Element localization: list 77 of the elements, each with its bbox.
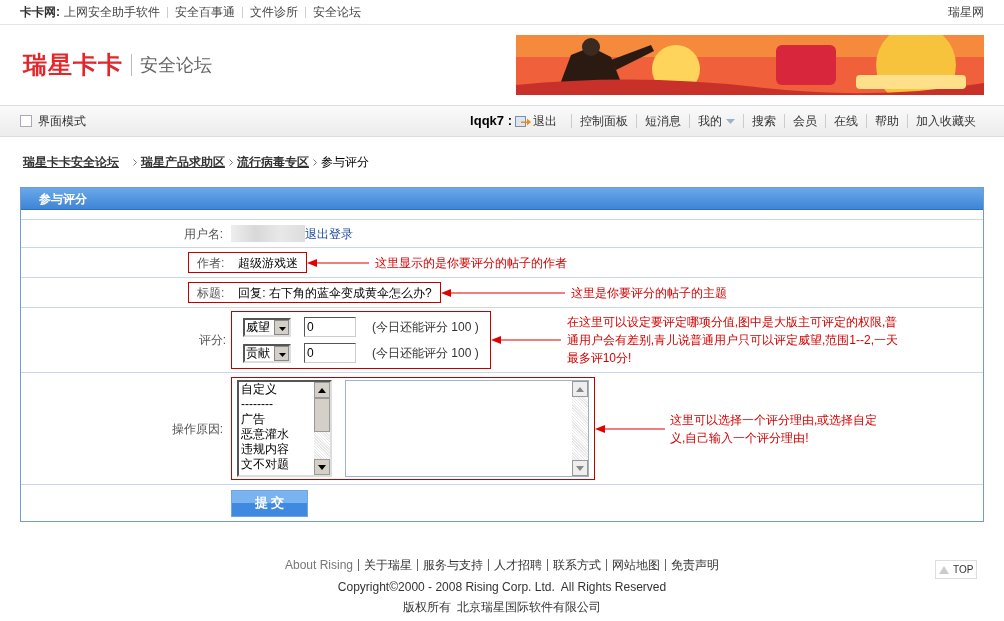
field-label: 作者: — [197, 254, 225, 272]
dropdown-icon[interactable] — [274, 319, 289, 335]
score-type-select[interactable]: 贡献 — [243, 343, 291, 363]
panel-title: 参与评分 — [39, 190, 87, 208]
logo[interactable]: 瑞星卡卡 — [23, 47, 123, 83]
reason-option[interactable]: 文不对题 — [241, 457, 314, 472]
submit-button[interactable]: 提 交 — [231, 489, 308, 517]
footer-link[interactable]: 联系方式 — [553, 556, 601, 574]
field-label: 用户名: — [182, 225, 224, 243]
breadcrumb-link[interactable]: 瑞星产品求助区 — [141, 153, 225, 171]
dropdown-icon[interactable] — [274, 345, 289, 361]
mode-label[interactable]: 界面模式 — [38, 112, 86, 130]
field-label: 标题: — [197, 284, 225, 302]
scrollbar[interactable] — [314, 382, 330, 475]
annotation-arrow — [307, 258, 370, 267]
chevron-icon — [133, 158, 137, 166]
logout-link[interactable]: 退出登录 — [305, 224, 353, 243]
footer-link[interactable]: 免责声明 — [671, 556, 719, 574]
company-text: 版权所有 北京瑞星国际软件有限公司 — [402, 599, 602, 616]
annotation-arrow — [490, 336, 561, 344]
field-label: 评分: — [197, 332, 227, 349]
nav-link[interactable]: 帮助 — [867, 112, 907, 130]
field-label: 操作原因: — [170, 420, 224, 438]
reason-textarea[interactable] — [345, 380, 589, 477]
logo-subtitle: 安全论坛 — [140, 53, 212, 77]
annotation-arrow — [595, 424, 665, 433]
reason-option[interactable]: 广告 — [241, 412, 314, 427]
reason-option[interactable]: 恶意灌水 — [241, 427, 314, 442]
caret-icon[interactable] — [726, 118, 735, 124]
score-input[interactable]: 0 — [304, 343, 356, 363]
logout-link[interactable]: 退出 — [533, 112, 557, 130]
scroll-up-icon[interactable] — [314, 382, 330, 398]
annotation-text: 这里显示的是你要评分的帖子的作者 — [375, 254, 568, 272]
score-limit-note: (今日还能评分 100 ) — [372, 345, 479, 362]
top-link[interactable]: 安全论坛 — [313, 3, 361, 21]
back-to-top-button[interactable]: TOP — [935, 560, 978, 579]
nav-link[interactable]: 在线 — [826, 112, 866, 130]
scroll-thumb[interactable] — [314, 398, 330, 432]
footer-link[interactable]: About Rising — [284, 556, 353, 574]
breadcrumb-link[interactable]: 流行病毒专区 — [237, 153, 309, 171]
nav-link[interactable]: 加入收藏夹 — [908, 112, 984, 130]
top-link[interactable]: 安全百事通 — [175, 3, 235, 21]
copyright-text: Copyright©2000 - 2008 Rising Corp. Ltd. All Rights Reserved — [337, 579, 667, 596]
mode-checkbox[interactable] — [20, 115, 32, 127]
footer-link[interactable]: 关于瑞星 — [364, 556, 412, 574]
nav-link[interactable]: 搜索 — [744, 112, 784, 130]
username[interactable]: lqqk7 : — [470, 111, 512, 131]
top-link[interactable]: 上网安全助手软件 — [64, 3, 160, 21]
up-arrow-icon[interactable] — [939, 565, 949, 574]
reason-listbox[interactable]: 自定义 -------- 广告 恶意灌水 违规内容 文不对题 — [237, 380, 332, 477]
chevron-icon — [313, 158, 317, 166]
site-label: 卡卡网: — [20, 4, 60, 21]
chevron-icon — [229, 158, 233, 166]
annotation-text: 这里可以选择一个评分理由,或选择自定义,自己输入一个评分理由! — [670, 411, 879, 447]
score-input[interactable]: 0 — [304, 317, 356, 337]
top-link[interactable]: 瑞星网 — [948, 3, 984, 21]
footer-link[interactable]: 服务与支持 — [423, 556, 483, 574]
top-link[interactable]: 文件诊所 — [250, 3, 298, 21]
field-value: 超级游戏迷 — [238, 254, 299, 272]
reason-option[interactable]: -------- — [241, 397, 314, 412]
field-value: 回复: 右下角的蓝伞变成黄伞怎么办? — [238, 284, 432, 302]
score-type-select[interactable]: 威望 — [243, 317, 291, 337]
breadcrumb-current: 参与评分 — [321, 154, 369, 171]
footer-link[interactable]: 网站地图 — [612, 556, 660, 574]
reason-option[interactable]: 违规内容 — [241, 442, 314, 457]
nav-dropdown[interactable]: 我的 — [690, 112, 743, 130]
logout-icon[interactable] — [515, 114, 531, 128]
reason-option[interactable]: 自定义 — [241, 382, 314, 397]
scroll-down-icon[interactable] — [314, 459, 330, 475]
annotation-text: 在这里可以设定要评定哪项分值,图中是大版主可评定的权限,普通用户会有差别,青儿说普通用户只可以评定威望,范围1--2,一天最多评10分! — [566, 314, 900, 367]
breadcrumb-link[interactable]: 瑞星卡卡安全论坛 — [23, 153, 119, 171]
nav-link[interactable]: 会员 — [785, 112, 825, 130]
nav-link[interactable]: 控制面板 — [572, 112, 636, 130]
footer-link[interactable]: 人才招聘 — [494, 556, 542, 574]
annotation-text: 这里是你要评分的帖子的主题 — [570, 284, 727, 302]
nav-link[interactable]: 短消息 — [637, 112, 689, 130]
score-limit-note: (今日还能评分 100 ) — [372, 319, 479, 336]
